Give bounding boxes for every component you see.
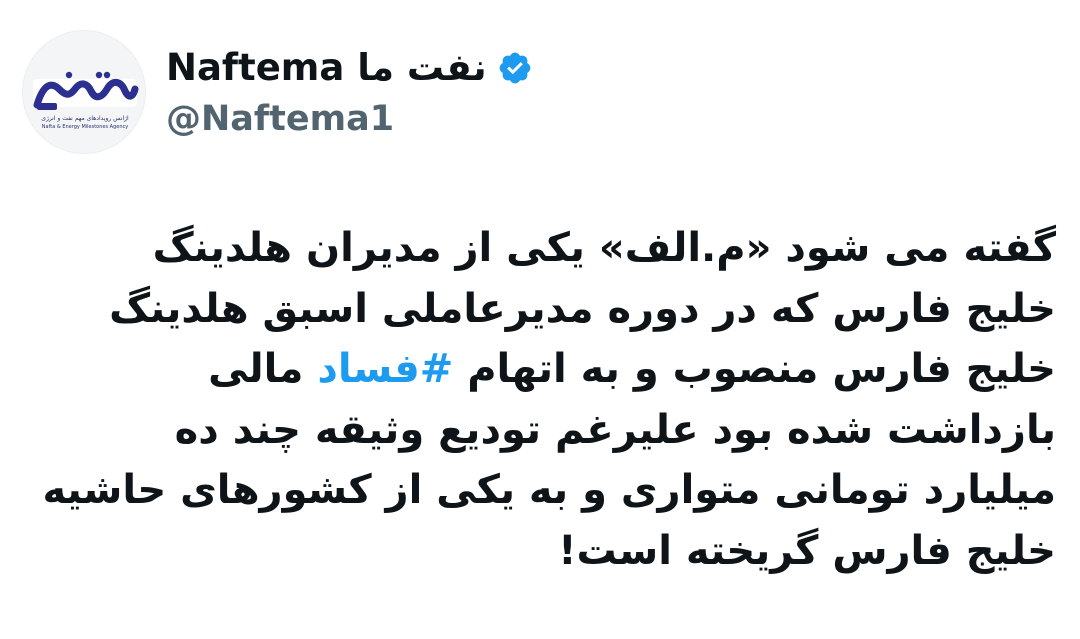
tweet-text: گفته می شود «م.الف» یکی از مدیران هلدینگ… xyxy=(16,218,1056,581)
tweet-line: بازداشت شده بود علیرغم تودیع وثیقه چند د… xyxy=(174,406,1056,453)
avatar-subtitle-en: Nafta & Energy Milestones Agency xyxy=(41,124,129,130)
tweet-line: میلیارد تومانی متواری و به یکی از کشورها… xyxy=(42,467,1056,513)
author-handle[interactable]: @Naftema1 xyxy=(166,96,394,142)
avatar[interactable]: آژانس رویدادهای مهم نفت و انرژی Nafta & … xyxy=(22,30,146,154)
tweet-text-segment: مالی xyxy=(208,346,318,392)
naftema-logo-icon xyxy=(33,71,139,110)
tweet-card: آژانس رویدادهای مهم نفت و انرژی Nafta & … xyxy=(0,0,1080,639)
tweet-text-segment: خلیج فارس منصوب و به اتهام xyxy=(453,346,1056,392)
tweet-line: گفته می شود «م.الف» یکی از مدیران هلدینگ xyxy=(152,225,1056,271)
tweet-line: خلیج فارس گریخته است! xyxy=(558,527,1056,574)
display-name[interactable]: Naftema نفت ما xyxy=(166,44,487,92)
author-name-row[interactable]: Naftema نفت ما xyxy=(166,44,533,92)
avatar-subtitle-fa: آژانس رویدادهای مهم نفت و انرژی xyxy=(41,115,129,122)
tweet-line-with-hashtag: خلیج فارس منصوب و به اتهام #فساد مالی xyxy=(16,339,1056,400)
verified-badge-icon xyxy=(499,52,530,84)
hashtag-link[interactable]: #فساد xyxy=(317,346,453,392)
tweet-line: خلیج فارس که در دوره مدیرعاملی اسبق هلدی… xyxy=(109,285,1056,332)
